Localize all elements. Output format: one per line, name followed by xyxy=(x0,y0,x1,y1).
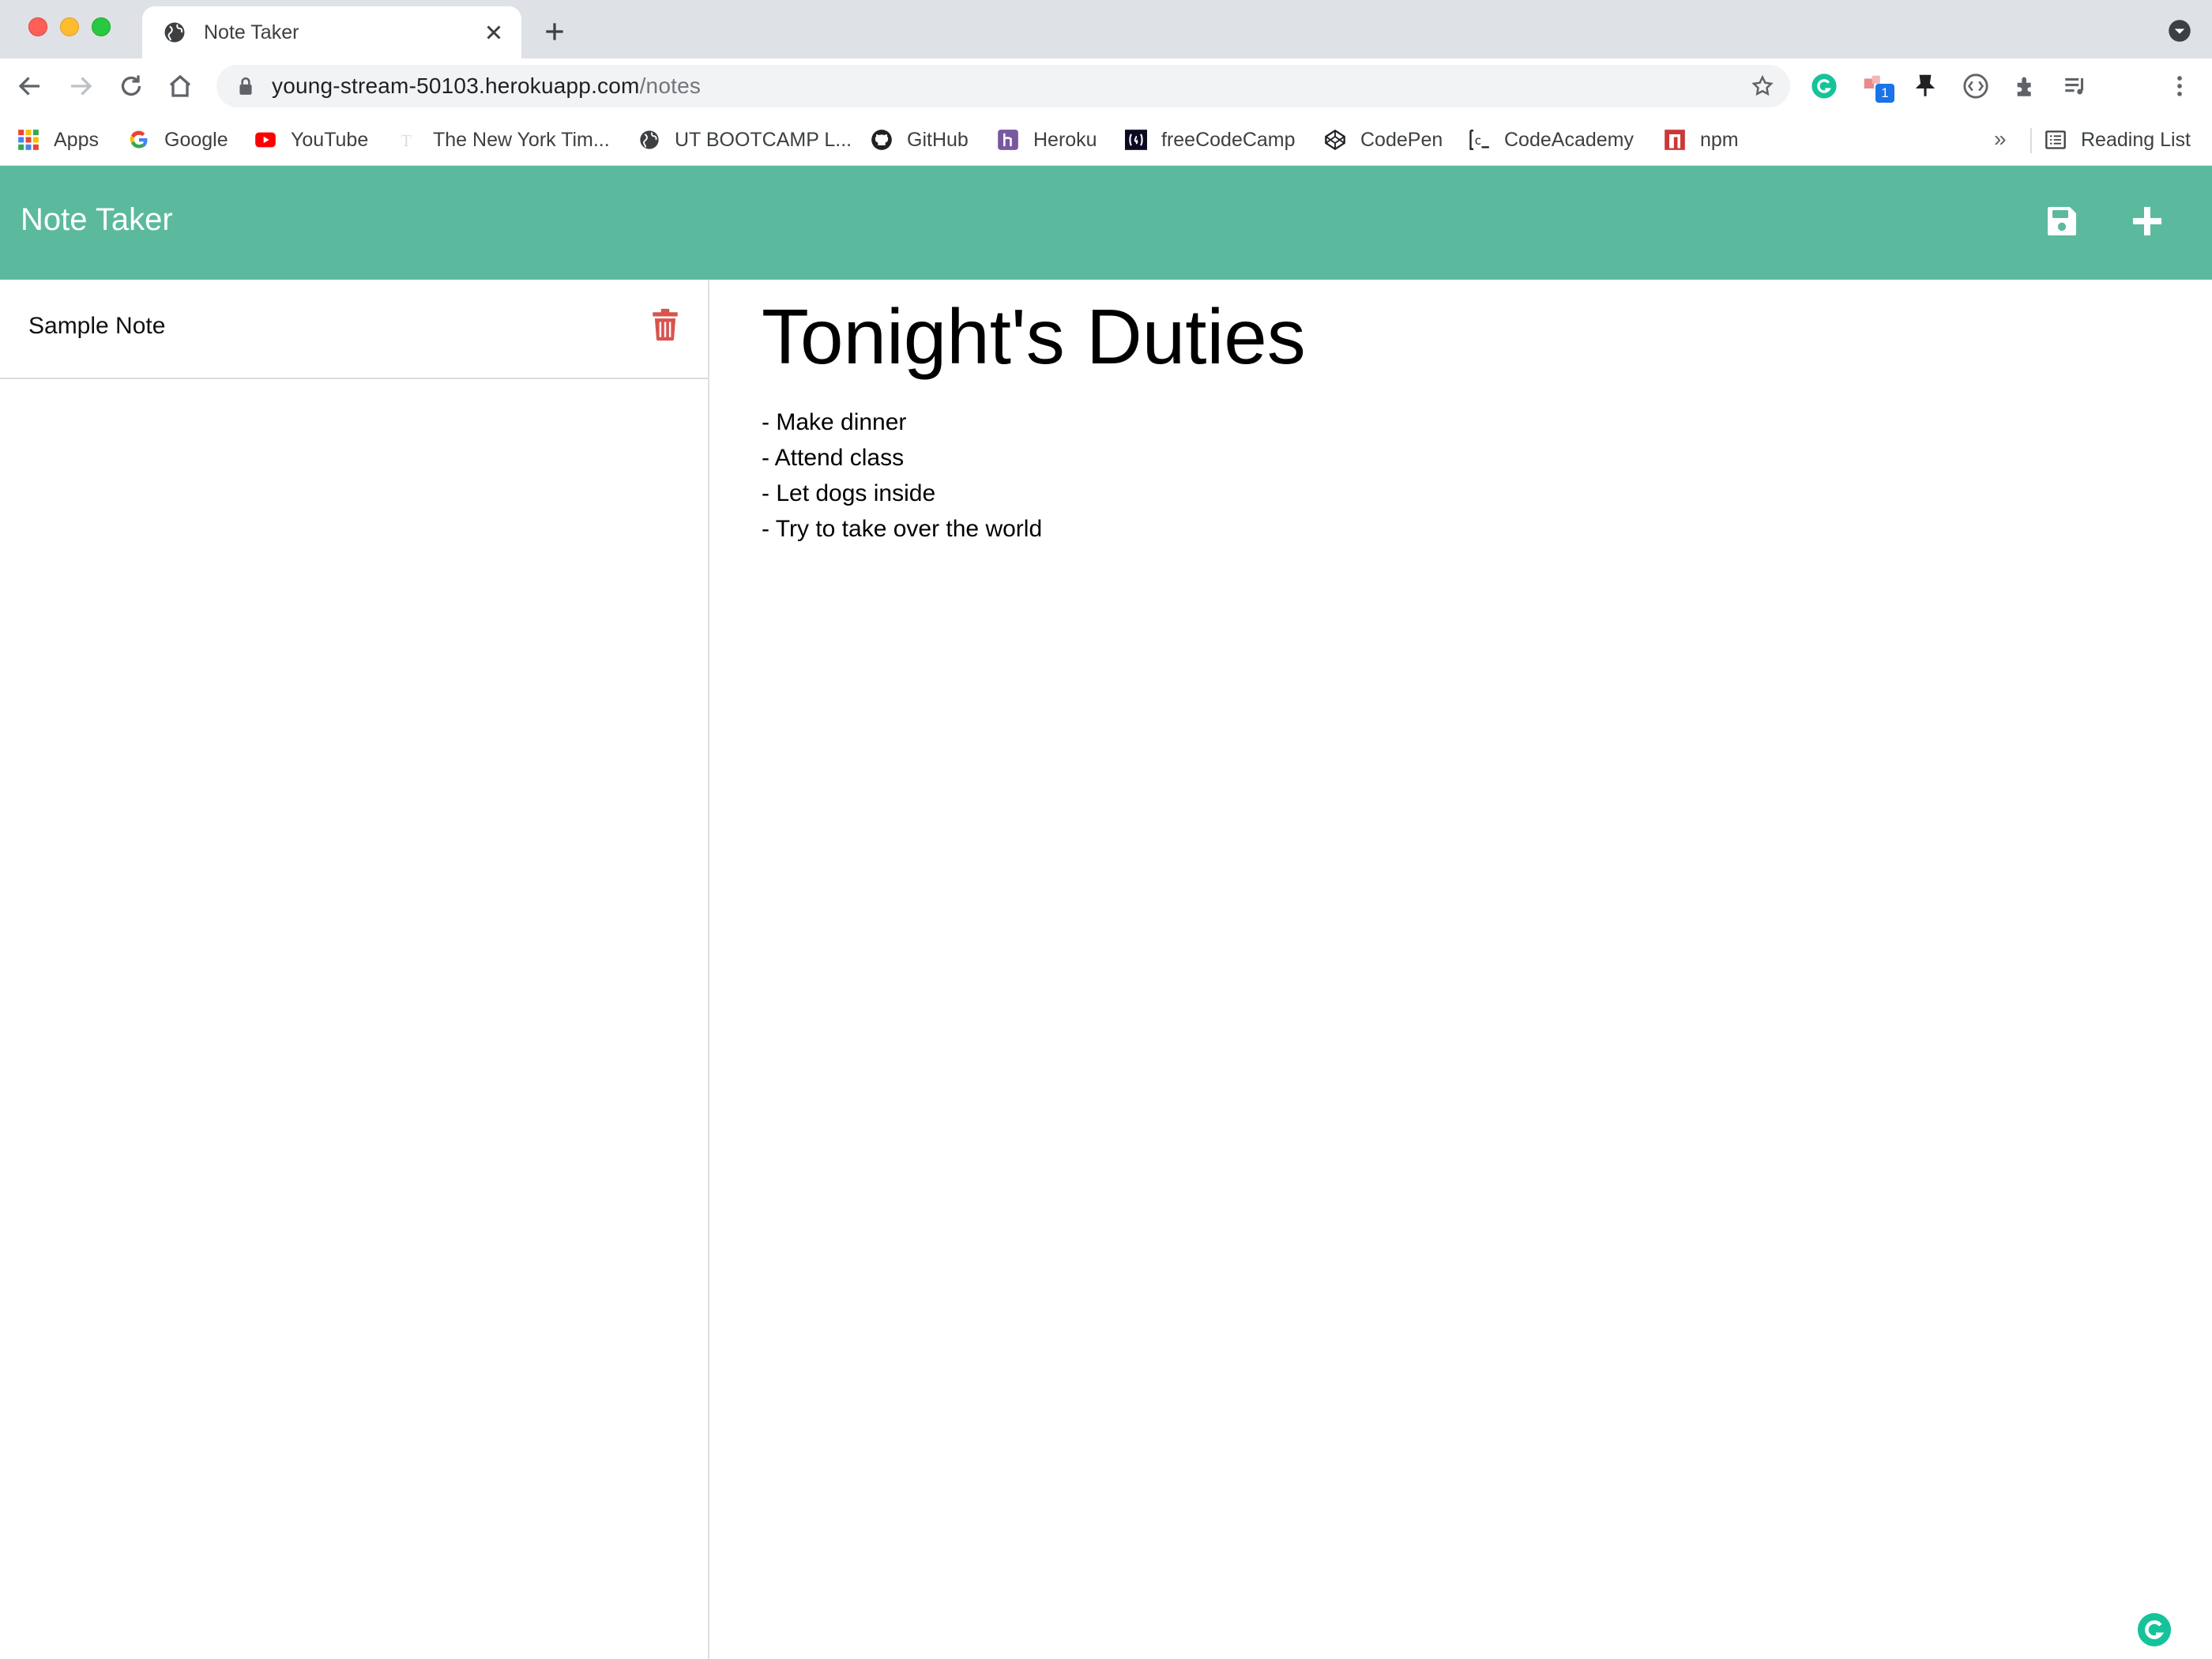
grammarly-widget-icon[interactable] xyxy=(2136,1612,2172,1648)
extension-badge: 1 xyxy=(1875,84,1894,103)
note-title-input[interactable]: Tonight's Duties xyxy=(762,291,1306,384)
more-bookmarks-button[interactable]: » xyxy=(1994,126,2007,152)
list-item[interactable]: Sample Note xyxy=(0,280,708,379)
bookmark-label: GitHub xyxy=(907,128,969,151)
bookmark-npm[interactable]: npm xyxy=(1664,125,1739,155)
note-text-area[interactable]: - Make dinner - Attend class - Let dogs … xyxy=(762,404,1042,547)
bookmark-codeacademy[interactable]: c CodeAcademy xyxy=(1468,125,1634,155)
tab-note-taker[interactable]: Note Taker xyxy=(142,6,521,58)
bookmark-apps[interactable]: Apps xyxy=(17,125,99,155)
trash-icon[interactable] xyxy=(651,308,679,341)
bookmark-label: freeCodeCamp xyxy=(1161,128,1296,151)
address-bar[interactable]: young-stream-50103.herokuapp.com/notes xyxy=(216,65,1790,107)
grammarly-extension-icon[interactable] xyxy=(1811,73,1838,100)
svg-text:T: T xyxy=(401,131,412,150)
apps-grid-icon xyxy=(18,130,39,150)
forward-arrow-icon[interactable] xyxy=(66,72,95,100)
plus-icon[interactable] xyxy=(2128,202,2166,240)
note-line: - Attend class xyxy=(762,445,905,471)
tab-search-icon[interactable] xyxy=(2168,19,2191,43)
note-list-title[interactable]: Sample Note xyxy=(28,313,165,340)
bookmark-label: UT BOOTCAMP L... xyxy=(675,128,852,151)
reload-icon[interactable] xyxy=(117,72,145,100)
tab-title: Note Taker xyxy=(204,21,299,43)
bookmark-heroku[interactable]: Heroku xyxy=(997,125,1097,155)
bookmark-star-icon[interactable] xyxy=(1751,74,1774,98)
google-icon xyxy=(130,130,148,149)
note-line: - Try to take over the world xyxy=(762,516,1043,542)
window-controls xyxy=(28,17,111,36)
bookmark-youtube[interactable]: YouTube xyxy=(254,125,368,155)
bookmark-ut-bootcamp[interactable]: UT BOOTCAMP L... xyxy=(638,125,852,155)
reading-list-icon xyxy=(2045,130,2066,149)
bookmark-label: The New York Tim... xyxy=(433,128,610,151)
note-list: Sample Note xyxy=(0,280,709,1659)
extensions-puzzle-icon[interactable] xyxy=(2013,73,2040,100)
bookmarks-bar: Apps Google YouTube T The New York Tim..… xyxy=(0,114,2212,166)
code-brackets-icon[interactable] xyxy=(1962,73,1989,100)
url-path: /notes xyxy=(639,73,702,98)
bookmark-github[interactable]: GitHub xyxy=(871,125,969,155)
browser-window: Note Taker young-stream-50103.herokuapp.… xyxy=(0,0,2212,1659)
close-icon[interactable] xyxy=(482,21,506,44)
heroku-icon xyxy=(998,130,1018,150)
bookmark-codepen[interactable]: CodePen xyxy=(1324,125,1443,155)
reading-list-button[interactable]: Reading List xyxy=(2045,125,2191,155)
home-icon[interactable] xyxy=(166,72,194,100)
bookmark-google[interactable]: Google xyxy=(128,125,228,155)
pin-icon[interactable] xyxy=(1912,73,1939,100)
freecodecamp-icon xyxy=(1125,130,1147,150)
bookmark-label: CodePen xyxy=(1360,128,1443,151)
nyt-icon: T xyxy=(401,131,412,150)
bookmark-label: Heroku xyxy=(1033,128,1097,151)
app-navbar: Note Taker xyxy=(0,166,2212,280)
url-host: young-stream-50103.herokuapp.com xyxy=(272,73,640,98)
reading-list-label: Reading List xyxy=(2081,128,2191,151)
media-queue-icon[interactable] xyxy=(2062,73,2089,100)
bookmark-nyt[interactable]: T The New York Tim... xyxy=(397,125,610,155)
globe-icon xyxy=(640,130,659,149)
note-line: - Let dogs inside xyxy=(762,480,936,506)
codecademy-icon: c xyxy=(1469,130,1489,150)
bookmarks-divider xyxy=(2030,128,2032,153)
save-icon[interactable] xyxy=(2043,202,2081,240)
note-editor: Tonight's Duties - Make dinner - Attend … xyxy=(711,280,2212,1659)
window-maximize-button[interactable] xyxy=(92,17,111,36)
url-text[interactable]: young-stream-50103.herokuapp.com/notes xyxy=(272,73,701,99)
browser-toolbar: young-stream-50103.herokuapp.com/notes 1 xyxy=(0,58,2212,114)
app-brand[interactable]: Note Taker xyxy=(21,202,173,238)
bookmark-label: YouTube xyxy=(291,128,369,151)
more-menu-icon[interactable] xyxy=(2166,73,2193,100)
lock-icon[interactable] xyxy=(237,76,254,96)
codepen-icon xyxy=(1325,129,1345,151)
youtube-icon xyxy=(255,132,276,148)
bookmark-label: CodeAcademy xyxy=(1504,128,1634,151)
note-line: - Make dinner xyxy=(762,409,907,435)
npm-icon xyxy=(1665,130,1685,150)
github-icon xyxy=(871,130,892,150)
bookmark-label: Google xyxy=(164,128,228,151)
window-minimize-button[interactable] xyxy=(60,17,79,36)
back-arrow-icon[interactable] xyxy=(16,72,44,100)
bookmark-freecodecamp[interactable]: freeCodeCamp xyxy=(1125,125,1296,155)
bookmark-label: Apps xyxy=(54,128,99,151)
tab-strip: Note Taker xyxy=(0,0,2212,58)
globe-icon xyxy=(164,22,185,43)
bookmark-label: npm xyxy=(1700,128,1739,151)
new-tab-icon[interactable] xyxy=(542,19,567,44)
extension-with-badge[interactable]: 1 xyxy=(1861,73,1896,104)
window-close-button[interactable] xyxy=(28,17,47,36)
svg-text:c: c xyxy=(1474,134,1481,148)
